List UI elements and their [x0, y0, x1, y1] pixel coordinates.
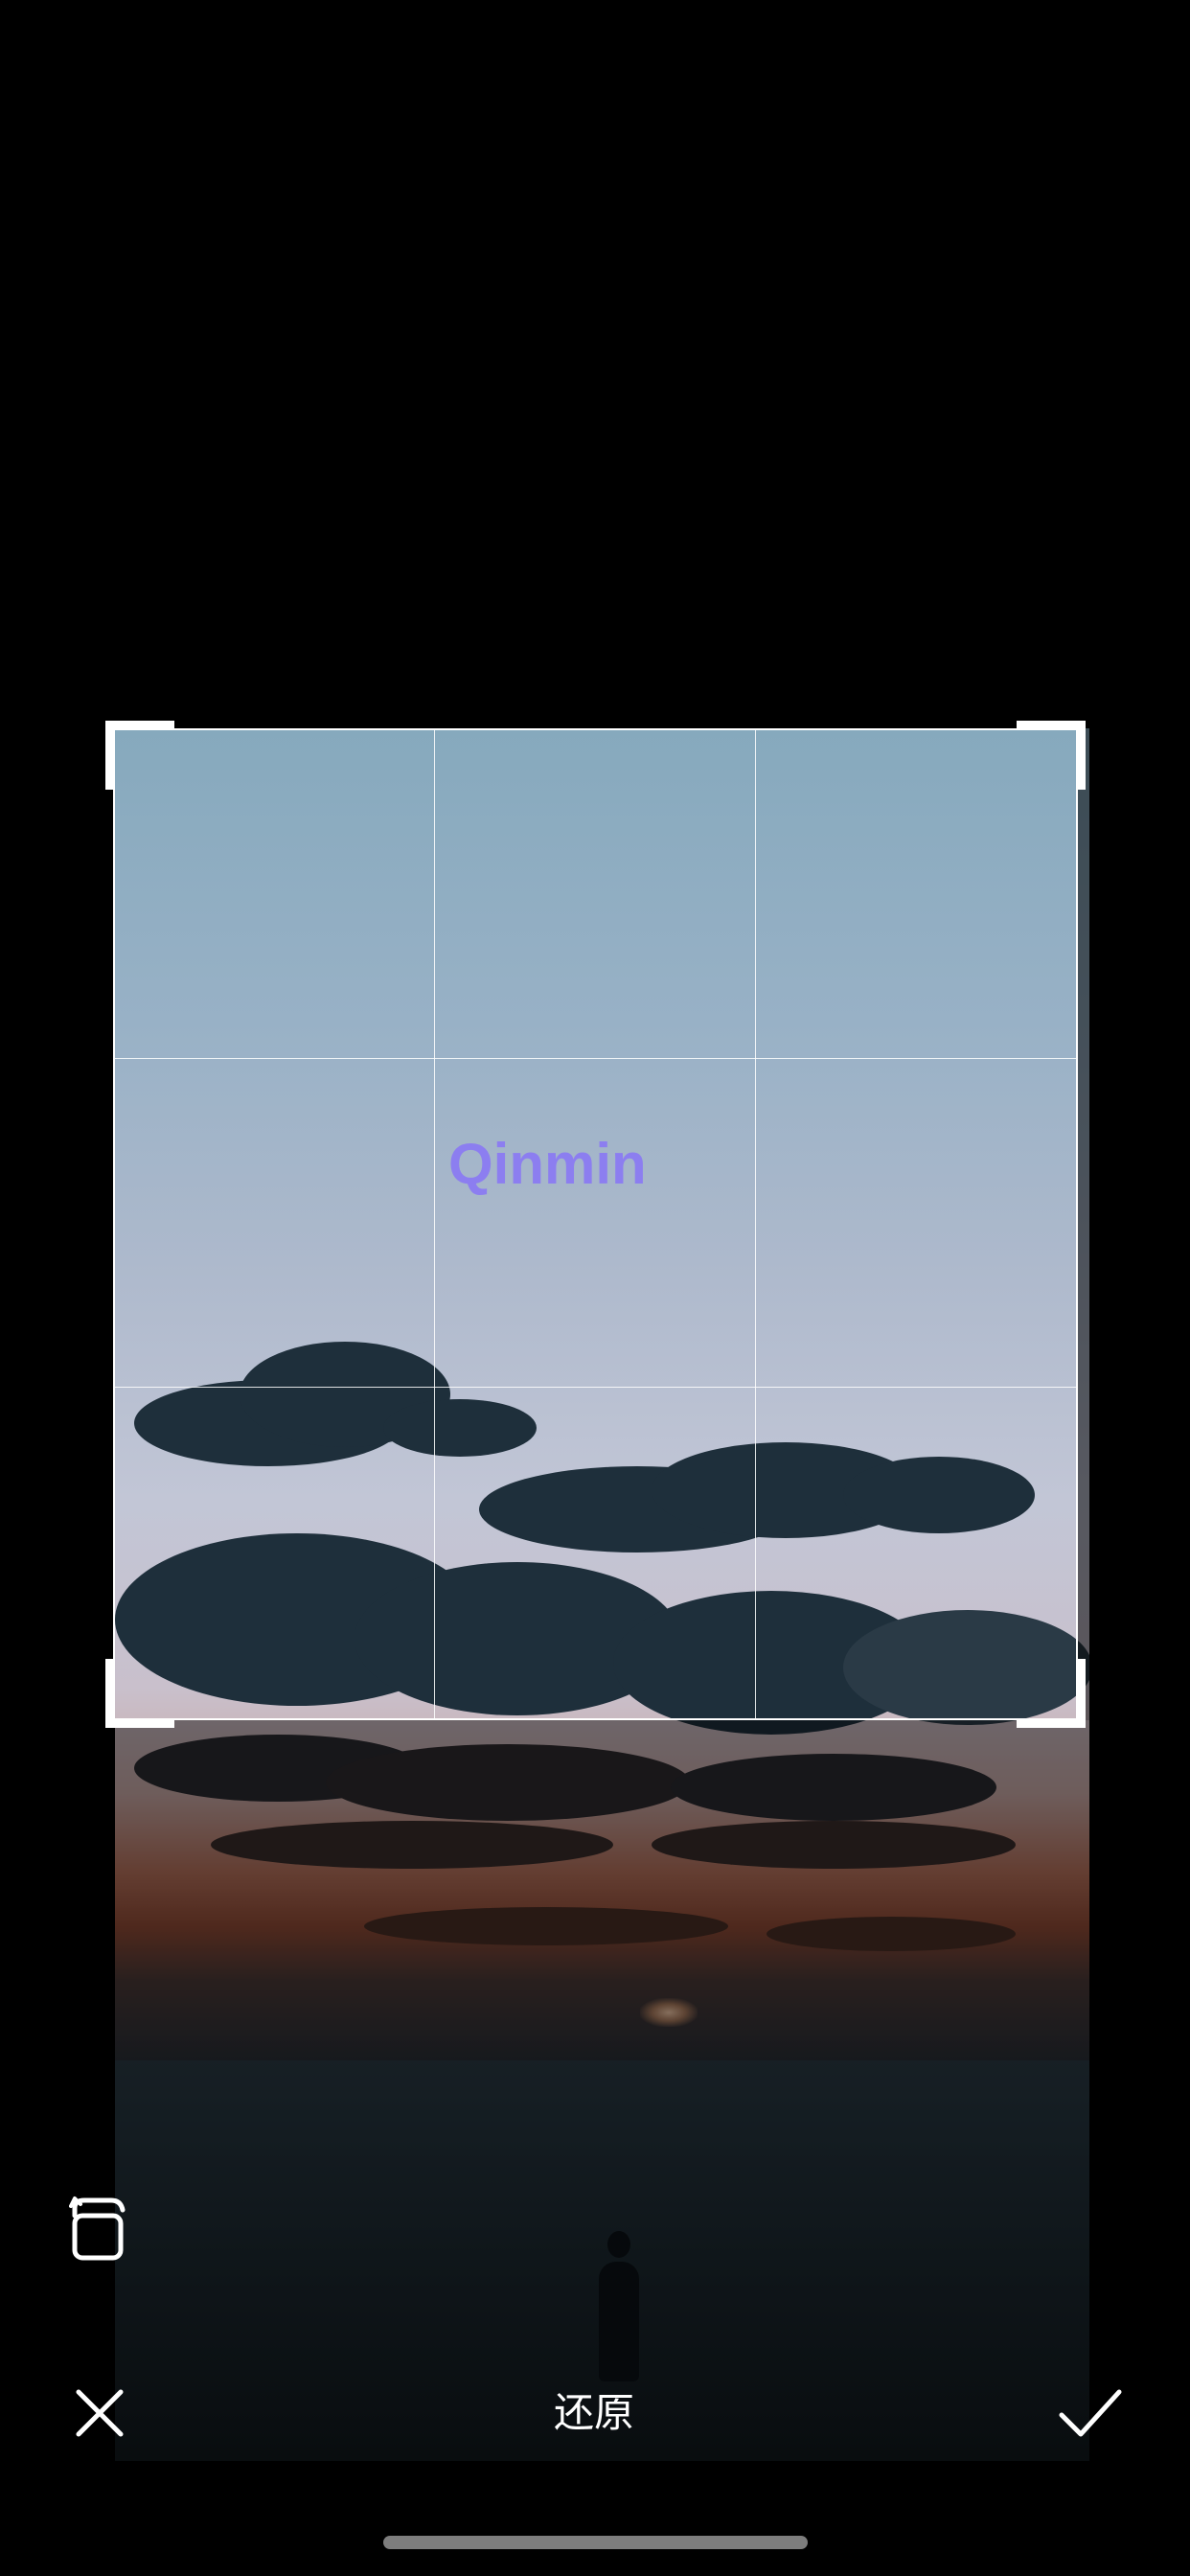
watermark-text: Qinmin: [448, 1132, 647, 1196]
person-silhouette-head: [607, 2231, 630, 2258]
dim-overlay-right: [1078, 728, 1089, 1720]
grid-line-v1: [434, 730, 435, 1718]
rotate-button[interactable]: [69, 2195, 130, 2264]
grid-line-v2: [755, 730, 756, 1718]
grid-line-h1: [115, 1058, 1076, 1059]
home-indicator: [383, 2536, 808, 2549]
person-silhouette: [599, 2262, 639, 2381]
grid-line-h2: [115, 1387, 1076, 1388]
rotate-icon: [69, 2196, 126, 2261]
checkmark-icon: [1059, 2389, 1122, 2437]
cancel-button[interactable]: [73, 2386, 126, 2440]
sun: [640, 1998, 698, 2027]
close-icon: [76, 2389, 124, 2437]
reset-button[interactable]: 还原: [537, 2384, 652, 2442]
crop-frame[interactable]: [113, 728, 1078, 1720]
confirm-button[interactable]: [1058, 2386, 1123, 2440]
